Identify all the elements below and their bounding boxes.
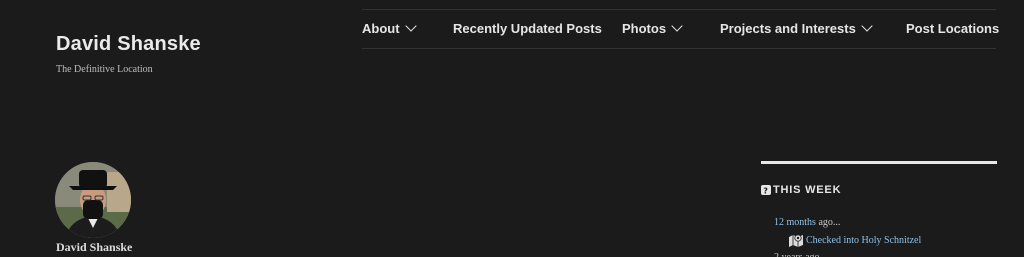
nav-item-post-locations[interactable]: Post Locations — [906, 9, 999, 48]
nav-item-label: About — [362, 21, 400, 36]
nav-item-about[interactable]: About — [362, 9, 417, 48]
author-photo — [55, 162, 131, 238]
question-icon: ? — [761, 185, 771, 195]
nav-item-label: Recently Updated Posts — [453, 21, 602, 36]
nav-item-label: Post Locations — [906, 21, 1000, 36]
entry-time-link[interactable]: 12 months — [774, 217, 816, 228]
nav-item-projects-and-interests[interactable]: Projects and Interests — [720, 9, 873, 48]
chevron-down-icon — [671, 20, 683, 32]
author-avatar[interactable] — [55, 162, 131, 238]
chevron-down-icon — [404, 20, 417, 32]
nav-item-label: Projects and Interests — [720, 21, 856, 36]
nav-item-label: Photos — [622, 21, 667, 36]
entry-time: 12 months ago... — [774, 217, 840, 228]
widget-title-text: THIS WEEK — [773, 184, 842, 196]
author-name[interactable]: David Shanske — [56, 240, 132, 255]
svg-text:?: ? — [763, 186, 768, 195]
main-navigation: About Recently Updated Posts Photos Proj… — [362, 9, 999, 48]
nav-item-photos[interactable]: Photos — [622, 9, 683, 48]
widget-divider — [761, 161, 997, 164]
map-pin-icon — [789, 234, 803, 247]
entry-time-suffix: ago... — [815, 217, 841, 228]
nav-divider-bottom — [362, 48, 996, 49]
chevron-down-icon — [861, 20, 873, 32]
site-tagline: The Definitive Location — [56, 64, 153, 75]
entry-time-partial: 2 years ago... — [774, 252, 827, 257]
checkin-entry: Checked into Holy Schnitzel — [788, 233, 921, 247]
widget-title: ? THIS WEEK — [761, 184, 841, 196]
site-title[interactable]: David Shanske — [56, 33, 201, 56]
checkin-link[interactable]: Checked into Holy Schnitzel — [806, 235, 921, 246]
nav-item-recently-updated-posts[interactable]: Recently Updated Posts — [453, 9, 602, 48]
